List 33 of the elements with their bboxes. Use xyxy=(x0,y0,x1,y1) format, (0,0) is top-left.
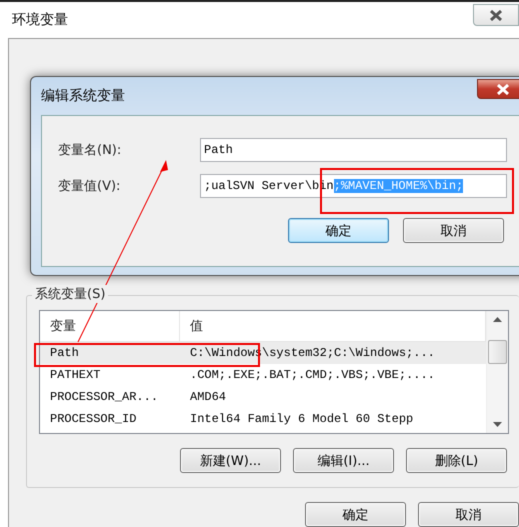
variable-name: Path xyxy=(49,346,80,360)
variable-name: PROCESSOR_ID xyxy=(49,412,138,426)
dialog-button[interactable]: 取消 xyxy=(403,218,504,243)
list-row[interactable]: PROCESSOR_AR... AMD64 xyxy=(40,386,486,408)
list-row[interactable]: PATHEXT .COM;.EXE;.BAT;.CMD;.VBS;.VBE;.... xyxy=(40,364,486,386)
dialog-button[interactable]: 取消 xyxy=(418,502,519,527)
column-header[interactable]: 变量 xyxy=(40,311,180,341)
window-title: 环境变量 xyxy=(12,11,68,29)
selected-text: ;%MAVEN_HOME%\bin; xyxy=(334,179,464,193)
variable-name: PROCESSOR_AR... xyxy=(49,390,160,404)
scroll-thumb[interactable] xyxy=(488,340,507,364)
variable-value: AMD64 xyxy=(189,390,228,404)
list-action-button[interactable]: 新建(W)... xyxy=(180,448,281,473)
scrollbar[interactable] xyxy=(486,311,508,433)
variable-value: .COM;.EXE;.BAT;.CMD;.VBS;.VBE;.... xyxy=(189,368,436,382)
close-button[interactable] xyxy=(477,79,519,99)
dialog-button[interactable]: 确定 xyxy=(305,502,406,527)
field-label: 变量值(V): xyxy=(58,178,122,195)
field-label: 变量名(N): xyxy=(58,142,122,159)
scroll-up-icon[interactable] xyxy=(493,317,502,322)
close-icon xyxy=(496,84,510,94)
dialog-button[interactable]: 确定 xyxy=(288,218,389,243)
dialog-title: 编辑系统变量 xyxy=(41,87,125,105)
name-field[interactable]: Path xyxy=(200,138,507,162)
variable-value: Intel64 Family 6 Model 60 Stepp xyxy=(189,412,414,426)
group-title: 系统变量(S) xyxy=(32,285,108,303)
list-action-button[interactable]: 删除(L) xyxy=(406,448,507,473)
scroll-down-icon[interactable] xyxy=(493,422,502,427)
close-button[interactable] xyxy=(473,4,519,26)
list-action-button[interactable]: 编辑(I)... xyxy=(293,448,394,473)
close-icon xyxy=(489,10,503,20)
variable-name: PATHEXT xyxy=(49,368,102,382)
list-row[interactable]: PROCESSOR_ID Intel64 Family 6 Model 60 Stepp xyxy=(40,408,486,430)
